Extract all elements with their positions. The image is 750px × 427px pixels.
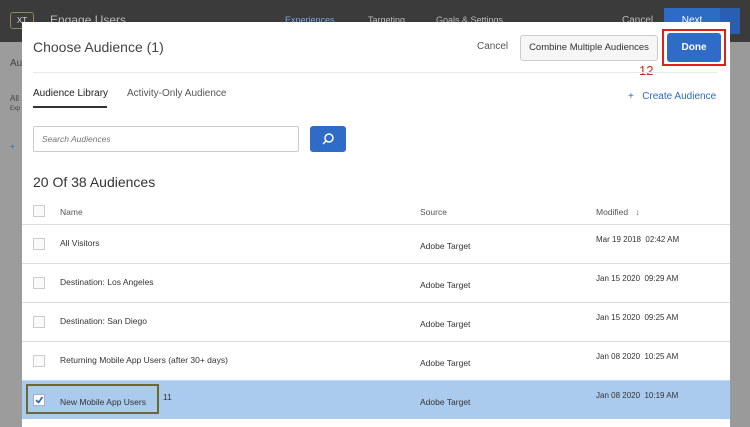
audience-count: 20 Of 38 Audiences (33, 174, 156, 190)
audience-name[interactable]: Returning Mobile App Users (after 30+ da… (60, 355, 228, 365)
column-source[interactable]: Source (420, 207, 447, 217)
search-input[interactable] (33, 126, 299, 152)
audience-modified: Jan 08 2020 10:19 AM (596, 391, 679, 400)
table-row[interactable]: Destination: Los Angeles Adobe Target Ja… (22, 263, 730, 302)
table-row[interactable]: Returning Mobile App Users (after 30+ da… (22, 341, 730, 380)
audience-source: Adobe Target (420, 358, 471, 368)
modal-title: Choose Audience (1) (33, 39, 164, 55)
row-checkbox[interactable] (33, 277, 45, 289)
divider (33, 72, 717, 73)
sort-arrow-icon: ↓ (635, 207, 640, 217)
table-row[interactable]: New Mobile App Users Adobe Target Jan 08… (22, 380, 730, 419)
audience-modified: Jan 15 2020 09:29 AM (596, 274, 679, 283)
create-audience-label: Create Audience (642, 91, 717, 102)
annotation-number: 12 (639, 63, 654, 78)
table-row[interactable]: Destination: San Diego Adobe Target Jan … (22, 302, 730, 341)
annotation-number: 11 (163, 392, 172, 402)
audience-source: Adobe Target (420, 319, 471, 329)
background-panel: Au All Exp + (0, 42, 22, 427)
audience-modified: Jan 15 2020 09:25 AM (596, 313, 679, 322)
bg-heading: Au (10, 58, 23, 69)
audience-source: Adobe Target (420, 397, 471, 407)
annotation-highlight-done (662, 29, 726, 66)
audience-name[interactable]: Destination: Los Angeles (60, 277, 154, 287)
row-checkbox[interactable] (33, 355, 45, 367)
search-icon (322, 133, 334, 145)
cancel-button[interactable]: Cancel (477, 41, 508, 52)
bg-sub: Exp (10, 106, 21, 112)
create-audience-link[interactable]: + Create Audience (628, 91, 716, 102)
column-modified[interactable]: Modified ↓ (596, 207, 639, 217)
audience-name[interactable]: All Visitors (60, 238, 100, 248)
active-tab-indicator (33, 106, 107, 108)
row-checkbox[interactable] (33, 316, 45, 328)
search-button[interactable] (310, 126, 346, 152)
select-all-checkbox[interactable] (33, 205, 45, 217)
column-modified-label: Modified (596, 207, 629, 217)
audience-name[interactable]: Destination: San Diego (60, 316, 147, 326)
audience-source: Adobe Target (420, 280, 471, 290)
column-name[interactable]: Name (60, 207, 83, 217)
table-row[interactable]: All Visitors Adobe Target Mar 19 2018 02… (22, 224, 730, 263)
tab-activity-only[interactable]: Activity-Only Audience (127, 88, 227, 99)
choose-audience-modal: Choose Audience (1) Cancel Combine Multi… (22, 22, 730, 427)
plus-icon: + (628, 91, 634, 102)
audience-modified: Jan 08 2020 10:25 AM (596, 352, 679, 361)
tab-audience-library[interactable]: Audience Library (33, 88, 108, 99)
bg-plus: + (10, 142, 15, 151)
row-checkbox[interactable] (33, 238, 45, 250)
audience-modified: Mar 19 2018 02:42 AM (596, 235, 680, 244)
annotation-highlight-row (26, 384, 159, 414)
audience-source: Adobe Target (420, 241, 471, 251)
bg-item: All (10, 94, 19, 103)
combine-audiences-button[interactable]: Combine Multiple Audiences (520, 35, 658, 61)
